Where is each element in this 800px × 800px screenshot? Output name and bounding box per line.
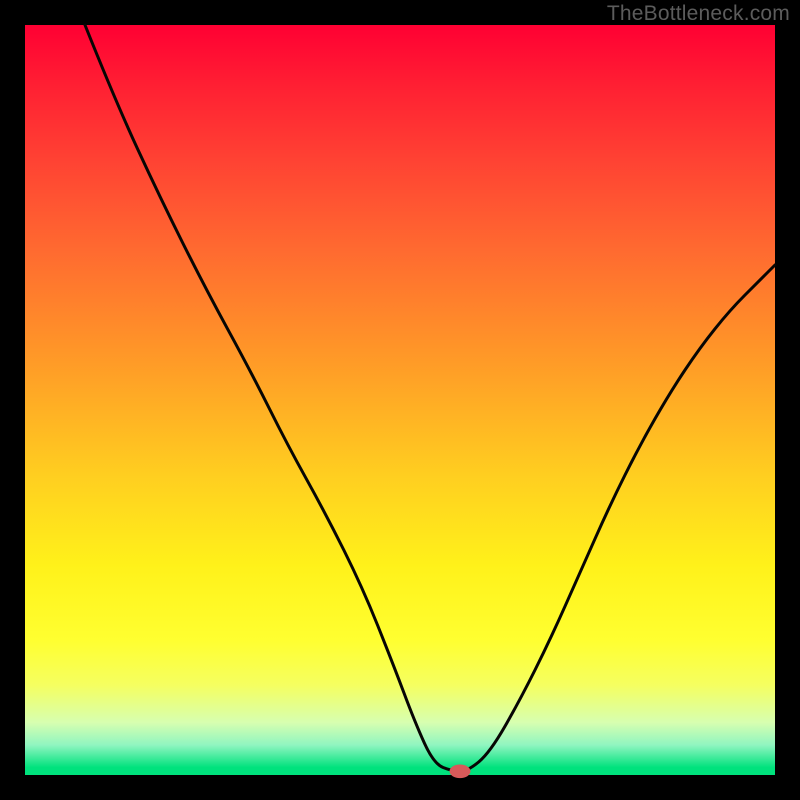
chart-frame: TheBottleneck.com bbox=[0, 0, 800, 800]
min-marker-icon bbox=[450, 765, 471, 779]
watermark-text: TheBottleneck.com bbox=[607, 2, 790, 26]
bottleneck-chart-svg bbox=[25, 25, 775, 775]
plot-area bbox=[25, 25, 775, 775]
bottleneck-curve-line bbox=[85, 25, 775, 771]
